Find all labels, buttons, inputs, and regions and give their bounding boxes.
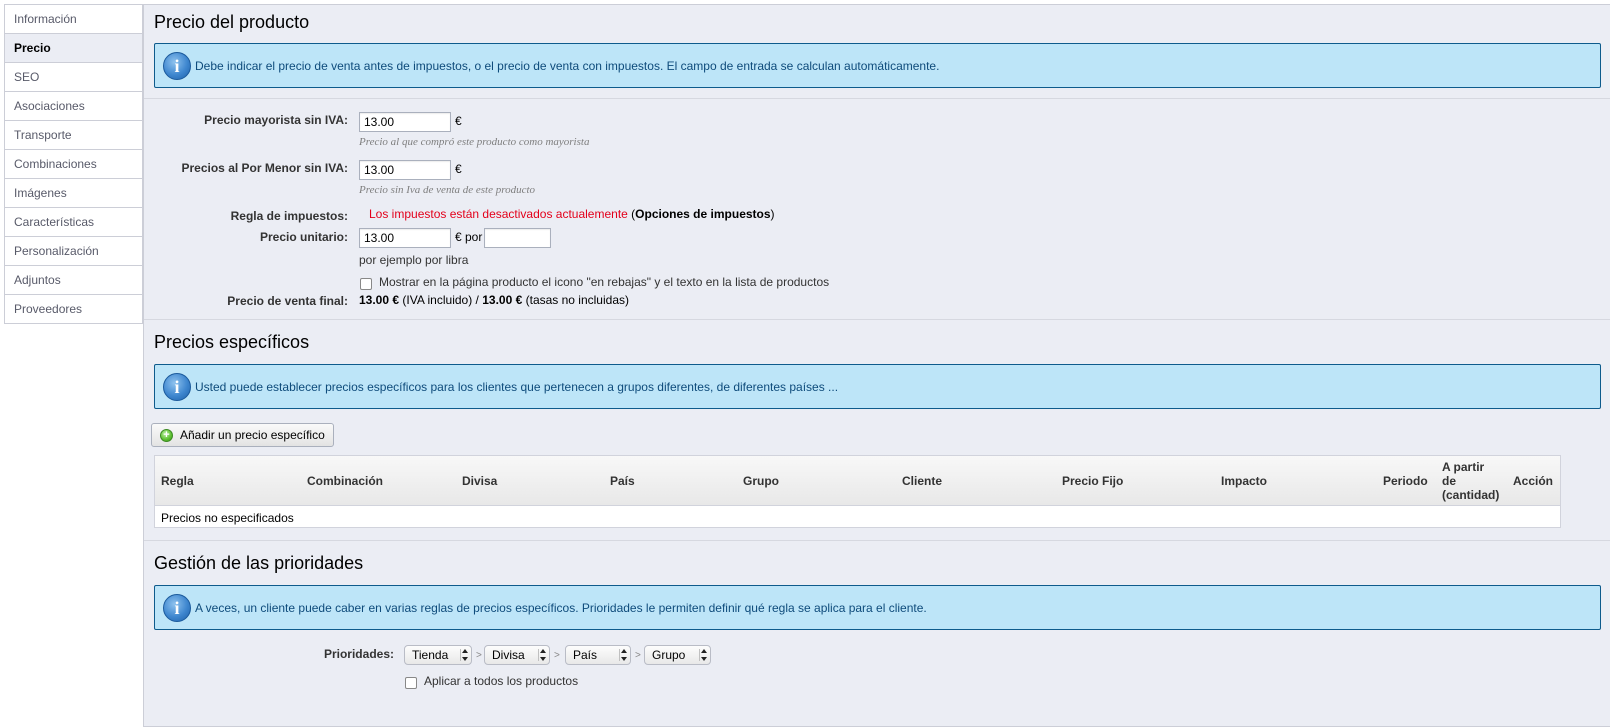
tax-rule-label: Regla de impuestos: <box>230 209 348 223</box>
column-header-grupo: Grupo <box>743 474 779 488</box>
sidebar-item-asociaciones[interactable]: Asociaciones <box>5 92 142 121</box>
priority-select-2[interactable]: Divisa <box>484 645 550 665</box>
sidebar-item-combinaciones[interactable]: Combinaciones <box>5 150 142 179</box>
priorities-label: Prioridades: <box>323 647 394 661</box>
add-specific-price-button[interactable]: + Añadir un precio específico <box>151 423 334 447</box>
price-hint-box: i Debe indicar el precio de venta antes … <box>154 43 1601 88</box>
priority-separator: > <box>554 650 560 661</box>
unit-price-currency-per: € por <box>455 230 483 244</box>
unit-price-input[interactable] <box>359 228 451 248</box>
price-hint-text: Debe indicar el precio de venta antes de… <box>195 59 940 73</box>
column-header-a-partir-line-1: A partir <box>1442 460 1485 474</box>
sidebar-item-personalizacion[interactable]: Personalización <box>5 237 142 266</box>
sidebar-item-informacion[interactable]: Información <box>5 5 142 34</box>
unit-price-example: por ejemplo por libra <box>359 253 469 267</box>
column-header-a-partir-de: A partir de (cantidad) <box>1442 460 1499 502</box>
final-price-without-tax: 13.00 € <box>482 293 523 307</box>
info-icon: i <box>163 52 191 80</box>
price-section-title: Precio del producto <box>154 12 310 32</box>
divider <box>144 540 1610 541</box>
select-arrows-icon <box>699 649 707 661</box>
priority-separator: > <box>476 650 482 661</box>
column-header-impacto: Impacto <box>1221 474 1268 488</box>
column-header-pais: País <box>610 474 635 488</box>
wholesale-currency: € <box>455 114 462 128</box>
unit-type-input[interactable] <box>484 228 551 248</box>
column-header-combinacion: Combinación <box>307 474 384 488</box>
priority-select-1-value: Tienda <box>412 648 449 662</box>
sidebar-item-imagenes[interactable]: Imágenes <box>5 179 142 208</box>
retail-price-label: Precios al Por Menor sin IVA: <box>181 161 349 175</box>
column-header-a-partir-line-2: de <box>1442 474 1457 488</box>
price-panel: Precio del producto i Debe indicar el pr… <box>143 4 1610 727</box>
add-specific-price-label: Añadir un precio específico <box>180 428 325 442</box>
priority-select-4[interactable]: Grupo <box>644 645 711 665</box>
sidebar-item-transporte[interactable]: Transporte <box>5 121 142 150</box>
priorities-hint-box: i A veces, un cliente puede caber en var… <box>154 585 1601 630</box>
column-header-precio-fijo: Precio Fijo <box>1062 474 1124 488</box>
specific-hint-text: Usted puede establecer precios específic… <box>195 380 839 394</box>
wholesale-price-label: Precio mayorista sin IVA: <box>204 113 348 127</box>
info-icon: i <box>163 373 191 401</box>
info-icon: i <box>163 594 191 622</box>
sidebar-item-precio[interactable]: Precio <box>5 34 142 63</box>
priority-separator: > <box>635 650 641 661</box>
final-price-value: 13.00 € (IVA incluido) / 13.00 € (tasas … <box>359 293 629 307</box>
divider <box>144 98 1610 99</box>
column-header-accion: Acción <box>1513 474 1554 488</box>
select-arrows-icon <box>538 649 546 661</box>
priority-select-3[interactable]: País <box>565 645 631 665</box>
specific-prices-title: Precios específicos <box>154 332 310 352</box>
final-price-with-tax-note: (IVA incluido) / <box>402 293 479 307</box>
tax-options-link[interactable]: Opciones de impuestos <box>635 207 770 221</box>
wholesale-price-input[interactable] <box>359 112 451 132</box>
retail-currency: € <box>455 162 462 176</box>
divider <box>144 319 1610 320</box>
apply-all-products-checkbox[interactable] <box>405 677 417 689</box>
sidebar-item-proveedores[interactable]: Proveedores <box>5 295 142 324</box>
retail-help-text: Precio sin Iva de venta de este producto <box>359 184 536 196</box>
on-sale-checkbox[interactable] <box>360 278 372 290</box>
priorities-hint-text: A veces, un cliente puede caber en varia… <box>195 601 927 615</box>
sidebar-item-caracteristicas[interactable]: Características <box>5 208 142 237</box>
product-tabs-sidebar: Información Precio SEO Asociaciones Tran… <box>4 4 143 324</box>
unit-price-label: Precio unitario: <box>259 230 348 244</box>
tax-close-paren: ) <box>770 207 775 221</box>
specific-hint-box: i Usted puede establecer precios específ… <box>154 364 1601 409</box>
on-sale-label: Mostrar en la página producto el icono "… <box>379 275 830 289</box>
column-header-a-partir-line-3: (cantidad) <box>1442 488 1500 502</box>
tax-rule-value: Los impuestos están desactivados actuale… <box>369 207 775 221</box>
tax-disabled-warning: Los impuestos están desactivados actuale… <box>369 207 628 221</box>
retail-price-input[interactable] <box>359 160 451 180</box>
column-header-regla: Regla <box>161 474 194 488</box>
apply-all-products-label: Aplicar a todos los productos <box>424 674 579 688</box>
table-header-row: Regla Combinación Divisa País Grupo Clie… <box>155 456 1560 506</box>
sidebar-item-adjuntos[interactable]: Adjuntos <box>5 266 142 295</box>
sidebar-item-seo[interactable]: SEO <box>5 63 142 92</box>
table-empty-message: Precios no especificados <box>161 511 294 525</box>
wholesale-help-text: Precio al que compró este producto como … <box>359 136 590 148</box>
specific-prices-table: Regla Combinación Divisa País Grupo Clie… <box>154 455 1561 528</box>
final-price-without-tax-note: (tasas no incluidas) <box>525 293 629 307</box>
select-arrows-icon <box>460 649 468 661</box>
priority-select-1[interactable]: Tienda <box>404 645 472 665</box>
priority-select-3-value: País <box>573 648 598 662</box>
final-price-with-tax: 13.00 € <box>359 293 400 307</box>
priority-select-2-value: Divisa <box>492 648 525 662</box>
final-price-label: Precio de venta final: <box>227 294 348 308</box>
priorities-title: Gestión de las prioridades <box>154 553 364 573</box>
column-header-cliente: Cliente <box>902 474 943 488</box>
add-circle-icon: + <box>160 429 173 442</box>
priority-select-4-value: Grupo <box>652 648 686 662</box>
select-arrows-icon <box>619 649 627 661</box>
column-header-divisa: Divisa <box>462 474 498 488</box>
column-header-periodo: Periodo <box>1383 474 1428 488</box>
